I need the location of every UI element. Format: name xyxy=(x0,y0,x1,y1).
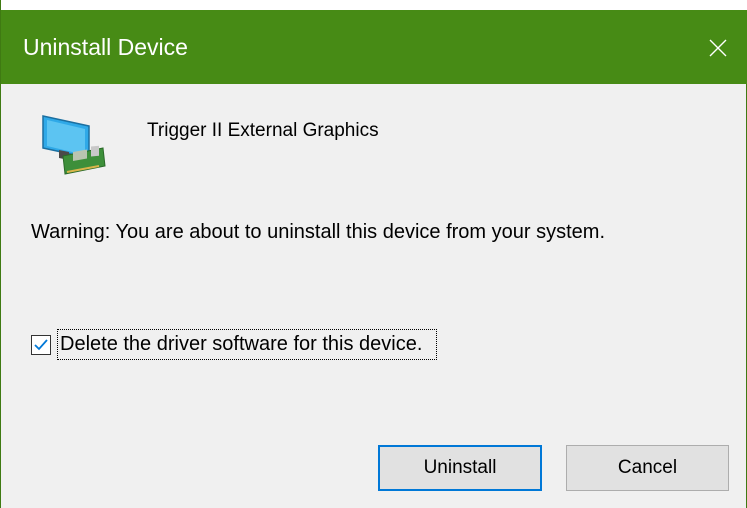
warning-text: Warning: You are about to uninstall this… xyxy=(31,221,605,243)
device-name: Trigger II External Graphics xyxy=(147,120,379,141)
checkmark-icon xyxy=(34,338,48,350)
close-icon xyxy=(709,39,727,57)
uninstall-device-dialog: Uninstall Device Trigger II External Gra… xyxy=(0,0,747,508)
delete-driver-label[interactable]: Delete the driver software for this devi… xyxy=(57,329,438,360)
title-bar: Uninstall Device xyxy=(1,0,747,84)
dialog-content: Trigger II External Graphics Warning: Yo… xyxy=(1,84,746,508)
cancel-button[interactable]: Cancel xyxy=(566,445,729,491)
close-button[interactable] xyxy=(694,28,742,68)
display-adapter-icon xyxy=(42,115,106,175)
uninstall-button[interactable]: Uninstall xyxy=(378,445,542,491)
delete-driver-checkbox[interactable] xyxy=(31,334,51,355)
dialog-title: Uninstall Device xyxy=(23,34,188,60)
delete-driver-option[interactable]: Delete the driver software for this devi… xyxy=(31,329,438,360)
